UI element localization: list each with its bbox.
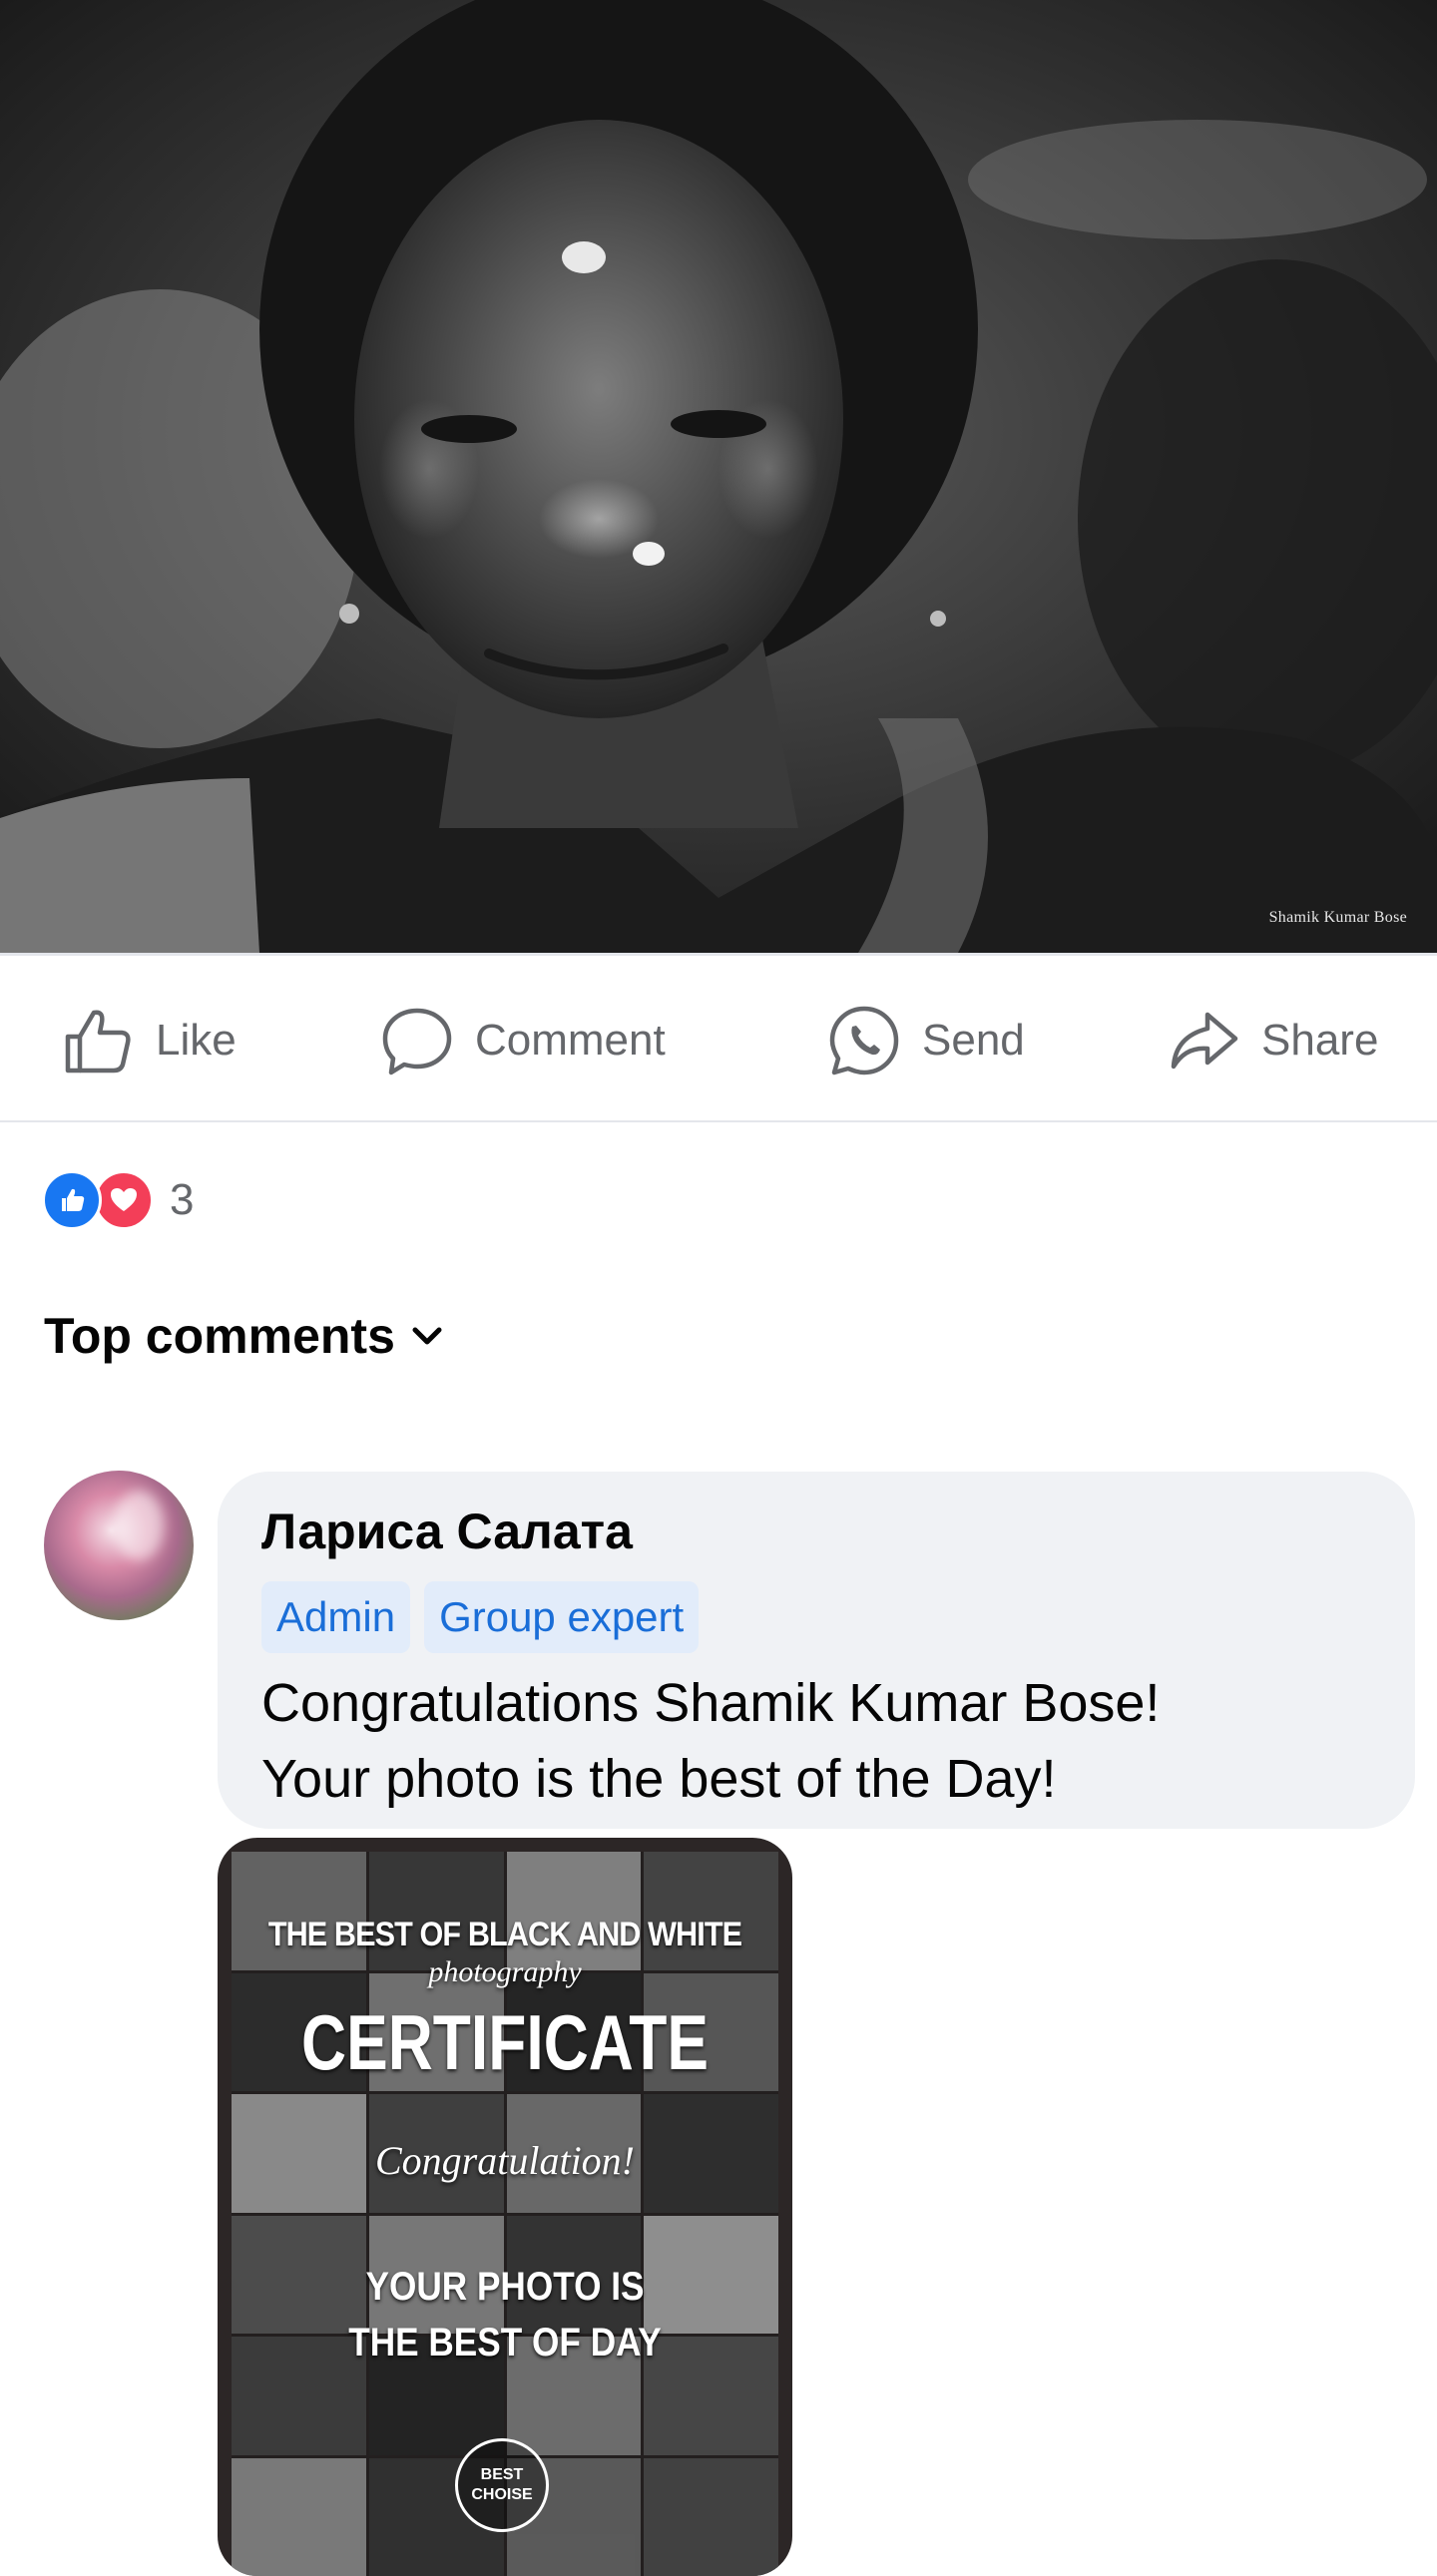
comment-button[interactable]: Comment (379, 996, 666, 1085)
share-button[interactable]: Share (1166, 996, 1378, 1085)
author-badges: Admin Group expert (261, 1581, 1371, 1653)
share-label: Share (1261, 1016, 1379, 1065)
certificate-message-line: THE BEST OF DAY (348, 2321, 662, 2364)
seal-text: BEST (480, 2466, 524, 2483)
love-reaction-icon (94, 1170, 154, 1230)
share-arrow-icon (1171, 1012, 1238, 1070)
portrait-image (0, 0, 1437, 953)
seal-text: CHOISE (471, 2486, 533, 2503)
comment-label: Comment (475, 1016, 666, 1065)
comment-text: Congratulations Shamik Kumar Bose! Your … (261, 1665, 1371, 1817)
whatsapp-icon (829, 1006, 899, 1075)
like-button[interactable]: Like (60, 996, 237, 1085)
comment-text-line: Your photo is the best of the Day! (261, 1749, 1057, 1809)
comment-attachment-image[interactable]: THE BEST OF BLACK AND WHITE photography … (218, 1838, 792, 2576)
reaction-count: 3 (170, 1175, 195, 1224)
photo-watermark: Shamik Kumar Bose (1268, 909, 1407, 926)
post-action-bar: Like Comment Send Share (0, 953, 1437, 1122)
thumbs-up-icon (65, 1010, 131, 1073)
send-button[interactable]: Send (826, 996, 1025, 1085)
reactions-summary[interactable]: 3 (42, 1167, 194, 1233)
certificate-heading: THE BEST OF BLACK AND WHITE (267, 1916, 742, 1953)
certificate-subheading: photography (428, 1955, 582, 1988)
certificate-title: CERTIFICATE (301, 1998, 709, 2086)
admin-badge[interactable]: Admin (261, 1581, 411, 1653)
like-reaction-icon (42, 1170, 102, 1230)
comment-bubble-icon (382, 1008, 452, 1075)
comment-bubble: Лариса Салата Admin Group expert Congrat… (218, 1472, 1415, 1829)
comment-author[interactable]: Лариса Салата (261, 1502, 1371, 1561)
send-label: Send (922, 1016, 1025, 1065)
post-photo[interactable]: Shamik Kumar Bose (0, 0, 1437, 953)
comments-sort-label: Top comments (44, 1308, 395, 1364)
like-label: Like (156, 1016, 237, 1065)
group-expert-badge[interactable]: Group expert (424, 1581, 700, 1653)
comment-text-line: Congratulations Shamik Kumar Bose! (261, 1673, 1161, 1733)
comments-sort-dropdown[interactable]: Top comments (44, 1307, 445, 1365)
certificate-message-line: YOUR PHOTO IS (365, 2265, 645, 2309)
certificate-congratulation: Congratulation! (374, 2138, 636, 2183)
chevron-down-icon (412, 1327, 442, 1345)
best-choice-seal-icon: BEST CHOISE (455, 2438, 549, 2532)
avatar[interactable] (44, 1471, 194, 1620)
